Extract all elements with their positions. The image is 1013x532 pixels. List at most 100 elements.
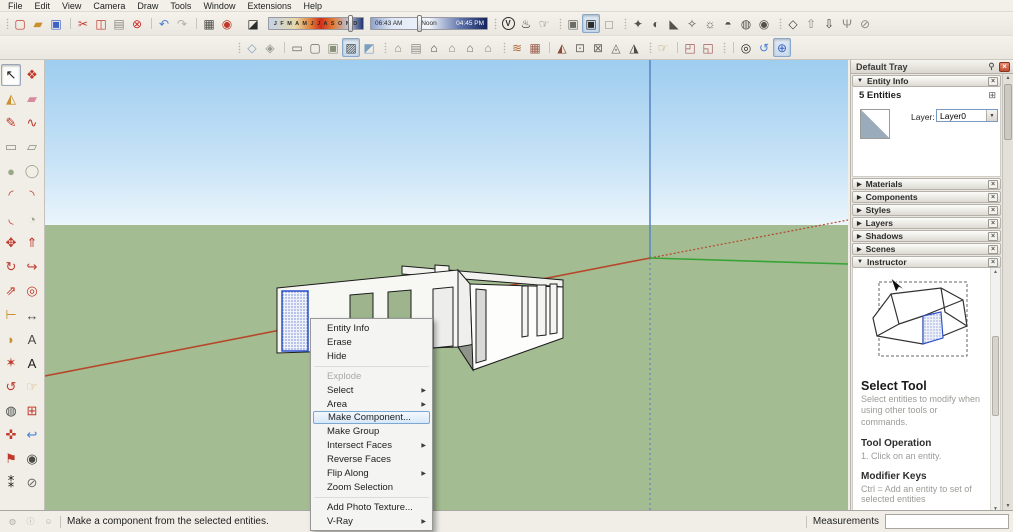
push-pull-tool-button[interactable]: ⇑ bbox=[22, 232, 42, 254]
vray-omni-light-button[interactable]: ☼ bbox=[701, 14, 719, 33]
vray-lock-camera-button[interactable]: ◻ bbox=[600, 14, 618, 33]
credits-icon[interactable]: ⓘ bbox=[25, 516, 36, 527]
toggle-shadows-button[interactable]: ◪ bbox=[244, 14, 262, 33]
menu-extensions[interactable]: Extensions bbox=[241, 0, 297, 12]
dimension-tool-button[interactable]: ↔ bbox=[22, 304, 42, 326]
axes-tool-button[interactable]: ✶ bbox=[1, 352, 21, 374]
menu-draw[interactable]: Draw bbox=[131, 0, 164, 12]
section-header-components[interactable]: ▶ Components × bbox=[852, 191, 1001, 203]
orbit-tool-button[interactable]: ↺ bbox=[1, 376, 21, 398]
offset-tool-button[interactable]: ◎ bbox=[22, 280, 42, 302]
vray-infinite-plane-button[interactable]: ◇ bbox=[784, 14, 802, 33]
section-plane-tool-button[interactable]: ⊘ bbox=[22, 472, 42, 494]
instructor-close-button[interactable]: × bbox=[988, 257, 998, 267]
menu-item-hide[interactable]: Hide bbox=[311, 349, 432, 363]
menu-file[interactable]: File bbox=[2, 0, 29, 12]
arc-tool-button[interactable]: ◜ bbox=[1, 184, 21, 206]
pan-tool-button[interactable]: ☞ bbox=[22, 376, 42, 398]
entity-info-header[interactable]: ▼ Entity Info × bbox=[852, 75, 1001, 87]
instructor-scrollbar[interactable]: ▲ ▼ bbox=[990, 268, 1000, 513]
line-tool-button[interactable]: ✎ bbox=[1, 112, 21, 134]
door-opening-left-wall[interactable] bbox=[432, 286, 454, 349]
menu-item-make-component[interactable]: Make Component... bbox=[313, 411, 430, 424]
shadow-date-slider[interactable]: J F M A M J J A S O N D bbox=[268, 15, 364, 32]
vray-ies-light-button[interactable]: ✧ bbox=[683, 14, 701, 33]
vray-fur-button[interactable]: Ψ bbox=[838, 14, 856, 33]
orbit-globe-button[interactable]: ⊕ bbox=[773, 38, 791, 57]
scale-tool-button[interactable]: ⇗ bbox=[1, 280, 21, 302]
right-view-button[interactable]: ⌂ bbox=[443, 38, 461, 57]
wireframe-button[interactable]: ▭ bbox=[284, 38, 306, 57]
vray-import-proxy-button[interactable]: ⇩ bbox=[820, 14, 838, 33]
vray-interactive-render-button[interactable]: ☞ bbox=[535, 14, 553, 33]
vray-render-button[interactable]: ♨ bbox=[517, 14, 535, 33]
section-plane-button[interactable]: ◰ bbox=[677, 38, 699, 57]
tray-scrollbar[interactable]: ▲ ▼ bbox=[1002, 74, 1013, 510]
cut-button[interactable]: ✂ bbox=[70, 14, 92, 33]
menu-item-make-group[interactable]: Make Group bbox=[311, 424, 432, 438]
menu-help[interactable]: Help bbox=[297, 0, 328, 12]
add-detail-button[interactable]: ◬ bbox=[607, 38, 625, 57]
menu-window[interactable]: Window bbox=[197, 0, 241, 12]
print-button[interactable]: ▦ bbox=[196, 14, 218, 33]
vray-mesh-light-button[interactable]: ◍ bbox=[737, 14, 755, 33]
back-view-button[interactable]: ⌂ bbox=[461, 38, 479, 57]
section-header-styles[interactable]: ▶ Styles × bbox=[852, 204, 1001, 216]
section-header-layers[interactable]: ▶ Layers × bbox=[852, 217, 1001, 229]
entity-info-close-button[interactable]: × bbox=[988, 76, 998, 86]
section-header-materials[interactable]: ▶ Materials × bbox=[852, 178, 1001, 190]
move-tool-button[interactable]: ✥ bbox=[1, 232, 21, 254]
rotated-rectangle-tool-button[interactable]: ▱ bbox=[22, 136, 42, 158]
xray-mode-button[interactable]: ◇ bbox=[243, 38, 261, 57]
vray-spot-light-button[interactable]: ◣ bbox=[665, 14, 683, 33]
scroll-down-icon[interactable]: ▼ bbox=[1003, 503, 1013, 509]
rotate-tool-button[interactable]: ↻ bbox=[1, 256, 21, 278]
section-close-button[interactable]: × bbox=[988, 179, 998, 189]
vray-dome-light-button[interactable]: ✦ bbox=[629, 14, 647, 33]
pin-icon[interactable] bbox=[987, 62, 996, 71]
section-display-button[interactable]: ◱ bbox=[699, 38, 717, 57]
circle-tool-button[interactable]: ● bbox=[1, 160, 21, 182]
iso-view-button[interactable]: ⌂ bbox=[389, 38, 407, 57]
make-component-button[interactable]: ❖ bbox=[22, 64, 42, 86]
paste-button[interactable]: ▤ bbox=[110, 14, 128, 33]
instructor-header[interactable]: ▼ Instructor × bbox=[852, 256, 1001, 268]
new-button[interactable]: ▢ bbox=[11, 14, 29, 33]
undo-button[interactable]: ↶ bbox=[151, 14, 173, 33]
orbit-button[interactable]: ↺ bbox=[755, 38, 773, 57]
window-right-3[interactable] bbox=[549, 283, 558, 335]
menu-item-select[interactable]: Select ▶ bbox=[311, 383, 432, 397]
top-view-button[interactable]: ▤ bbox=[407, 38, 425, 57]
menu-item-explode[interactable]: Explode bbox=[311, 366, 432, 383]
protractor-tool-button[interactable]: ◗ bbox=[1, 328, 21, 350]
zoom-tool-button[interactable]: ◍ bbox=[1, 400, 21, 422]
rectangle-tool-button[interactable]: ▭ bbox=[1, 136, 21, 158]
tray-close-button[interactable]: × bbox=[999, 61, 1010, 72]
zoom-extents-tool-button[interactable]: ✜ bbox=[1, 424, 21, 446]
open-button[interactable]: ▰ bbox=[29, 14, 47, 33]
tape-measure-tool-button[interactable]: ⊢ bbox=[1, 304, 21, 326]
model-canvas[interactable] bbox=[45, 60, 848, 510]
text-tool-button[interactable]: A bbox=[22, 328, 42, 350]
stamp-button[interactable]: ⊡ bbox=[571, 38, 589, 57]
three-point-arc-tool-button[interactable]: ◟ bbox=[1, 208, 21, 230]
look-around-button[interactable]: ◎ bbox=[733, 38, 755, 57]
save-button[interactable]: ▣ bbox=[47, 14, 65, 33]
tray-scroll-thumb[interactable] bbox=[1004, 84, 1012, 140]
left-view-button[interactable]: ⌂ bbox=[479, 38, 497, 57]
window-right-2[interactable] bbox=[536, 284, 547, 337]
geolocation-icon[interactable]: ◍ bbox=[7, 516, 18, 527]
menu-item-zoom-selection[interactable]: Zoom Selection bbox=[311, 480, 432, 494]
follow-me-tool-button[interactable]: ↪ bbox=[22, 256, 42, 278]
redo-button[interactable]: ↷ bbox=[173, 14, 191, 33]
menu-item-area[interactable]: Area ▶ bbox=[311, 397, 432, 411]
menu-item-entity-info[interactable]: Entity Info bbox=[311, 321, 432, 335]
zoom-window-tool-button[interactable]: ⊞ bbox=[22, 400, 42, 422]
shaded-with-textures-button[interactable]: ▨ bbox=[342, 38, 360, 57]
vray-light-gen-button[interactable]: ◉ bbox=[755, 14, 773, 33]
smoove-button[interactable]: ◭ bbox=[549, 38, 571, 57]
section-header-scenes[interactable]: ▶ Scenes × bbox=[852, 243, 1001, 255]
back-edges-button[interactable]: ◈ bbox=[261, 38, 279, 57]
erase-button[interactable]: ⊗ bbox=[128, 14, 146, 33]
eraser-button[interactable]: ▰ bbox=[22, 88, 42, 110]
